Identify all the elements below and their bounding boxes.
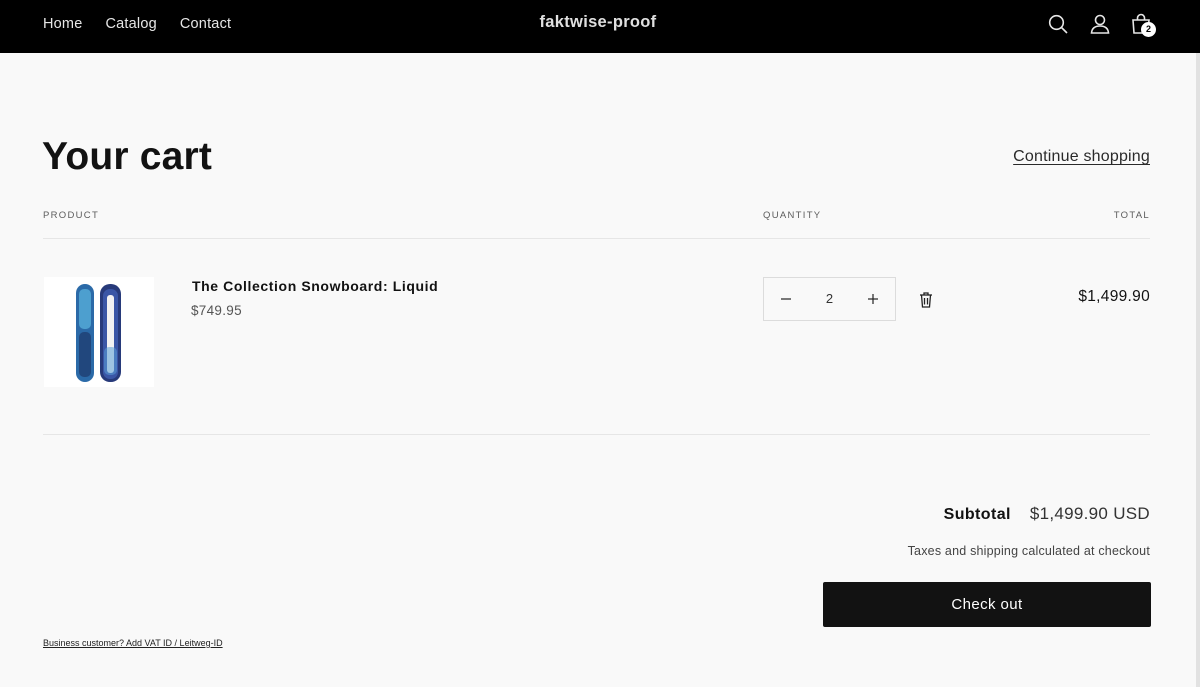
line-item-total: $1,499.90 xyxy=(1078,288,1150,305)
page-title: Your cart xyxy=(42,135,213,178)
continue-shopping-link[interactable]: Continue shopping xyxy=(1013,148,1150,166)
tax-shipping-note: Taxes and shipping calculated at checkou… xyxy=(907,544,1150,558)
vat-id-link[interactable]: Business customer? Add VAT ID / Leitweg-… xyxy=(43,638,223,648)
product-unit-price: $749.95 xyxy=(191,303,242,318)
subtotal-value: $1,499.90 USD xyxy=(1029,504,1150,523)
subtotal-row: Subtotal $1,499.90 USD xyxy=(944,504,1150,524)
column-header-quantity: QUANTITY xyxy=(763,210,822,221)
column-header-product: PRODUCT xyxy=(43,210,100,221)
account-icon[interactable] xyxy=(1088,12,1112,36)
site-header: Home Catalog Contact faktwise-proof 2 xyxy=(0,0,1200,53)
plus-icon xyxy=(868,294,878,304)
checkout-button[interactable]: Check out xyxy=(823,582,1151,627)
column-header-total: TOTAL xyxy=(1113,210,1150,221)
quantity-input[interactable] xyxy=(808,278,851,320)
product-name-link[interactable]: The Collection Snowboard: Liquid xyxy=(192,278,438,294)
store-logo[interactable]: faktwise-proof xyxy=(0,13,1196,32)
header-divider xyxy=(43,238,1150,239)
subtotal-label: Subtotal xyxy=(943,506,1011,523)
snowboard-image[interactable] xyxy=(44,277,154,387)
page-scrollbar[interactable] xyxy=(1196,53,1200,687)
search-icon[interactable] xyxy=(1046,12,1070,36)
minus-icon xyxy=(781,298,791,300)
increase-quantity-button[interactable] xyxy=(851,278,895,320)
quantity-stepper xyxy=(763,277,896,321)
remove-item-trash-icon[interactable] xyxy=(918,291,934,309)
cart-count-badge: 2 xyxy=(1141,22,1156,37)
decrease-quantity-button[interactable] xyxy=(764,278,808,320)
items-divider xyxy=(43,434,1150,435)
